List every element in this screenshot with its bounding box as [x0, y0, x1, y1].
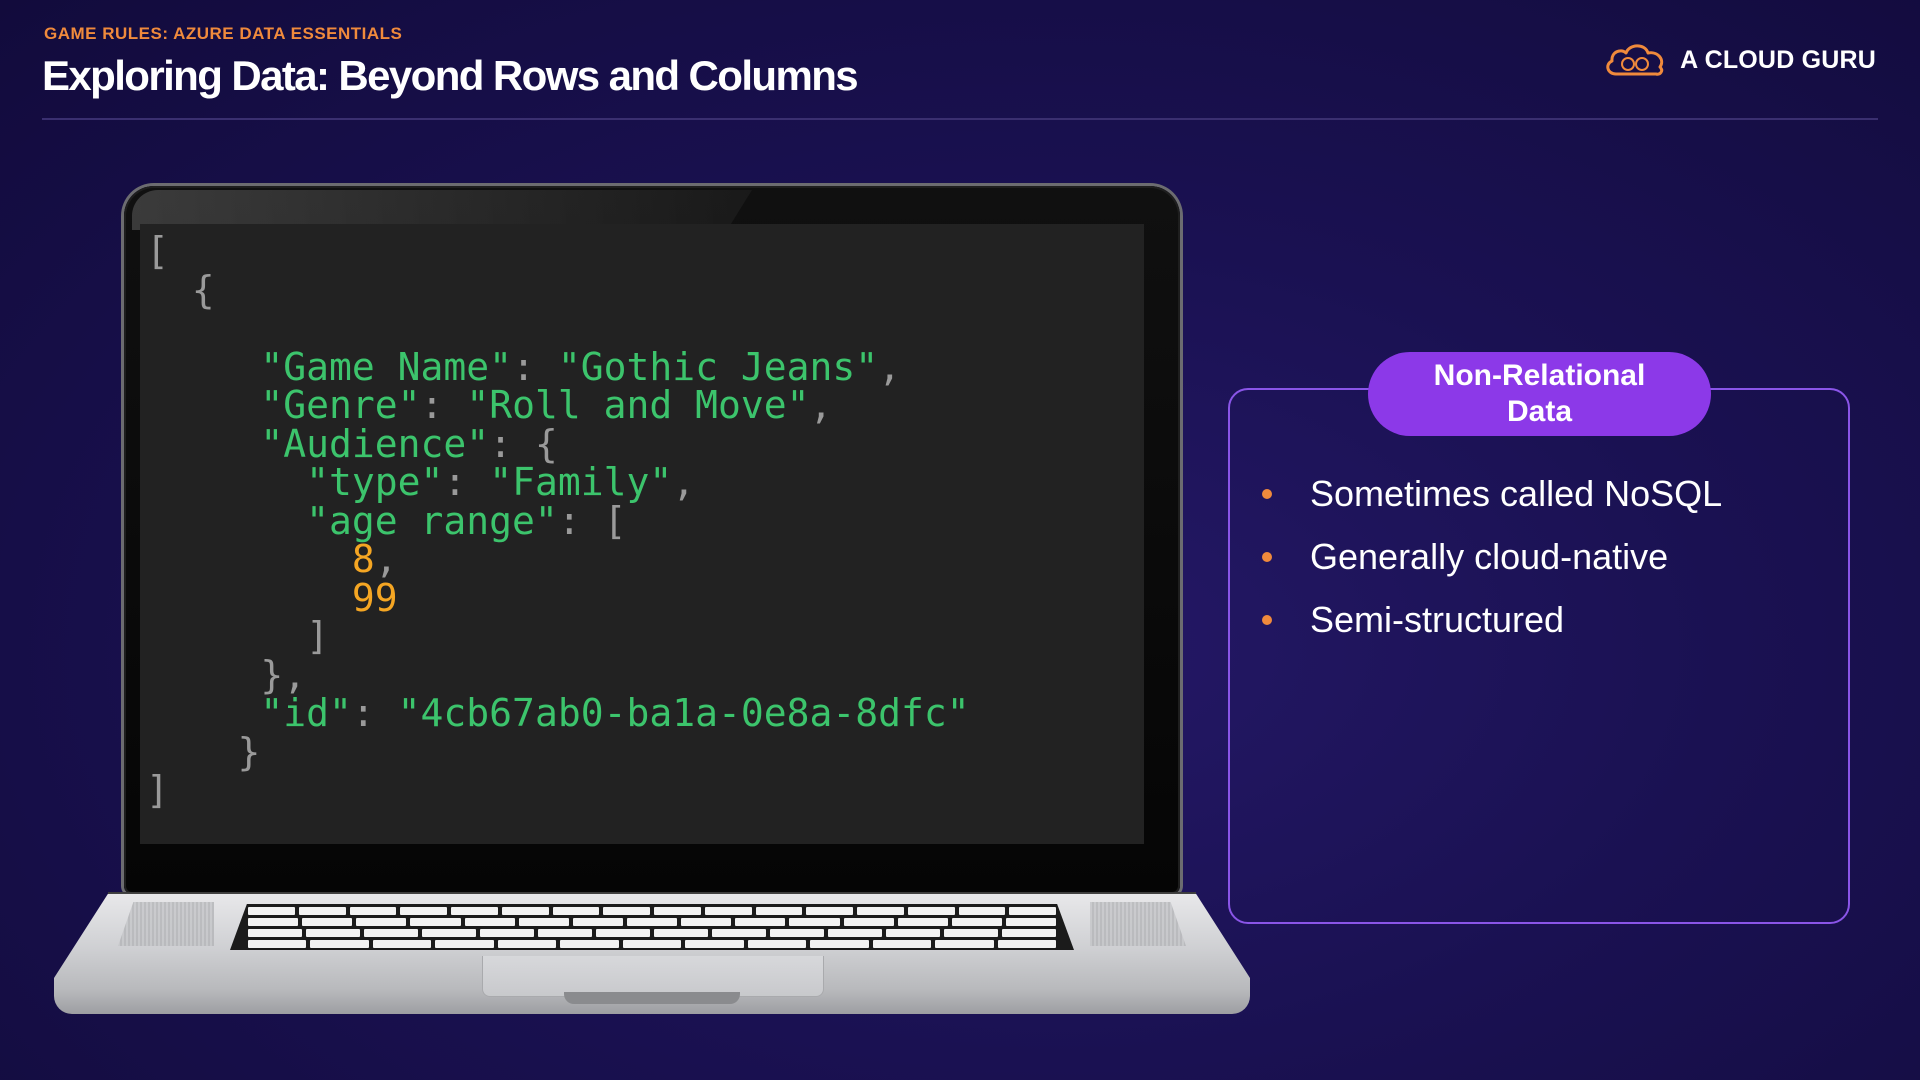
- laptop-notch: [564, 992, 740, 1004]
- json-value-game-name: "Gothic Jeans": [557, 344, 879, 389]
- list-item: Generally cloud-native: [1262, 525, 1722, 588]
- speaker-grille-left: [118, 902, 214, 946]
- json-value-age-min: 8: [351, 537, 375, 581]
- bullet-list: Sometimes called NoSQL Generally cloud-n…: [1262, 462, 1722, 651]
- list-item: Semi-structured: [1262, 588, 1722, 651]
- header-divider: [42, 118, 1878, 120]
- brand-name: A CLOUD GURU: [1680, 45, 1876, 74]
- json-key-audience: "Audience": [260, 421, 490, 466]
- laptop-keyboard: [230, 904, 1074, 950]
- json-key-type: "type": [306, 460, 444, 504]
- brand-logo: A CLOUD GURU: [1602, 40, 1876, 80]
- cloud-icon: [1606, 44, 1664, 76]
- json-document: [ { "Game Name": "Gothic Jeans", "Genre"…: [146, 229, 970, 812]
- json-key-genre: "Genre": [260, 383, 421, 427]
- bullet-dot-icon: [1262, 614, 1272, 625]
- json-open-array: [: [146, 229, 169, 273]
- json-key-age-range: "age range": [306, 498, 558, 543]
- json-value-id: "4cb67ab0-ba1a-0e8a-8dfc": [397, 691, 970, 735]
- json-open-object: {: [191, 267, 215, 312]
- bullet-text: Semi-structured: [1310, 598, 1565, 640]
- speaker-grille-right: [1090, 902, 1186, 946]
- laptop-illustration: [ { "Game Name": "Gothic Jeans", "Genre"…: [54, 186, 1250, 1020]
- json-value-type: "Family": [489, 460, 673, 504]
- list-item: Sometimes called NoSQL: [1262, 462, 1722, 525]
- json-key-id: "id": [260, 691, 352, 735]
- json-key-game-name: "Game Name": [260, 344, 513, 389]
- json-value-age-max: 99: [351, 575, 398, 620]
- json-close-array: ]: [146, 768, 169, 812]
- json-value-genre: "Roll and Move": [466, 383, 810, 427]
- laptop-screen: [ { "Game Name": "Gothic Jeans", "Genre"…: [140, 224, 1144, 844]
- laptop-trackpad: [482, 956, 824, 997]
- page-title: Exploring Data: Beyond Rows and Columns: [42, 52, 859, 99]
- bullet-dot-icon: [1262, 488, 1272, 499]
- header-kicker: GAME RULES: AZURE DATA ESSENTIALS: [44, 24, 403, 43]
- json-close-object: }: [237, 729, 261, 774]
- bullet-dot-icon: [1262, 551, 1272, 562]
- bullet-text: Generally cloud-native: [1310, 535, 1669, 577]
- panel-heading: Non-Relational Data: [1368, 352, 1711, 436]
- bullet-text: Sometimes called NoSQL: [1310, 472, 1723, 514]
